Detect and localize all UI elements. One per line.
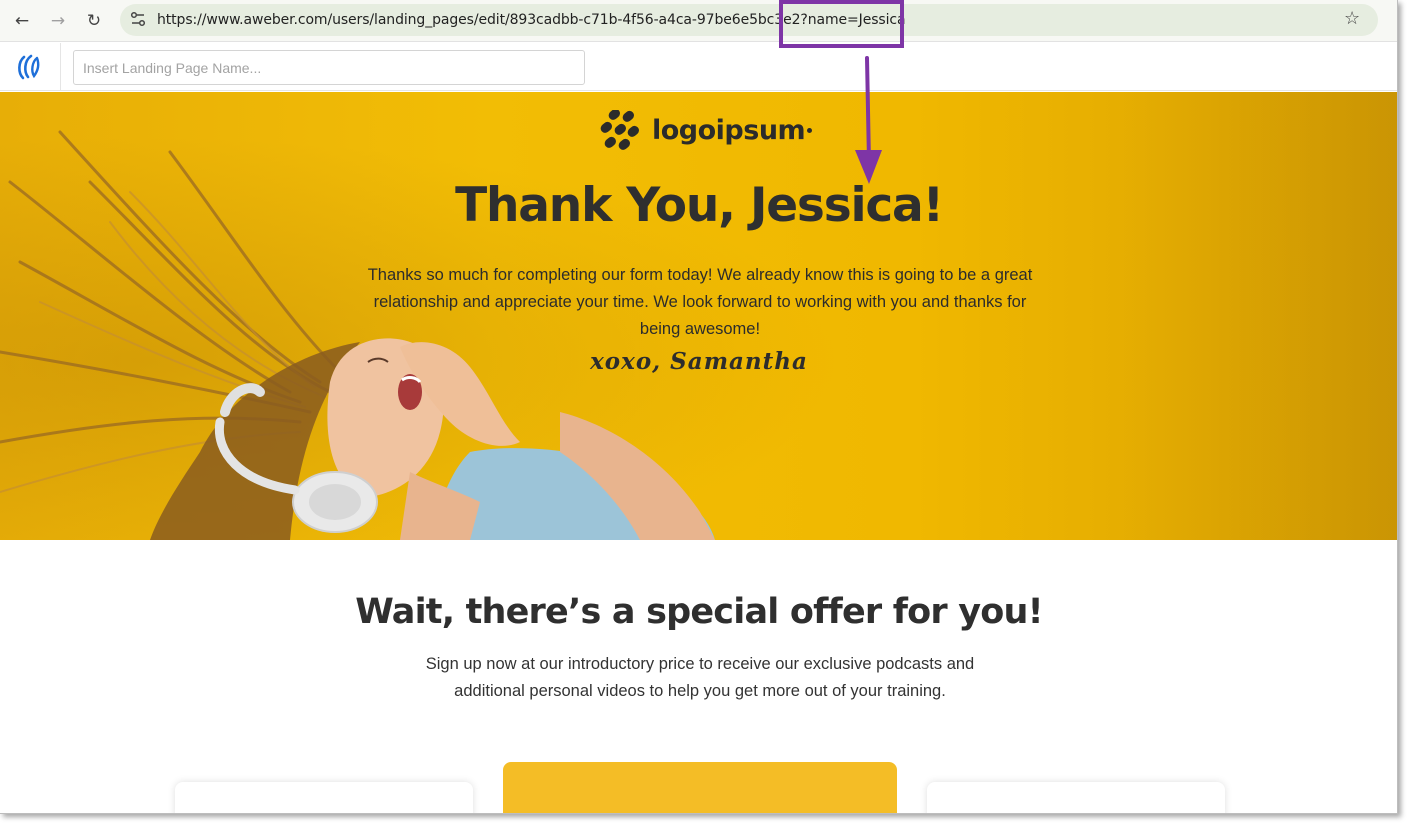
hero-body-text: Thanks so much for completing our form t… <box>367 266 1033 338</box>
forward-arrow-icon[interactable]: → <box>46 9 70 33</box>
reload-icon[interactable]: ↻ <box>82 9 106 33</box>
annotation-arrow-icon <box>855 56 882 184</box>
hero-title: Thank You, Jessica! <box>455 178 944 233</box>
registered-dot-icon <box>807 127 813 133</box>
offer-body-text: Sign up now at our introductory price to… <box>425 655 975 700</box>
back-arrow-icon[interactable]: ← <box>10 9 34 33</box>
pricing-card-left <box>175 782 473 813</box>
brand-logo-text: logoipsum <box>652 114 806 146</box>
landing-page-name-input[interactable] <box>73 50 585 85</box>
annotation-highlight-box <box>779 0 904 48</box>
hero-signature: xoxo, Samantha <box>590 348 808 375</box>
editor-toolbar <box>0 43 1397 91</box>
screenshot-frame: ← → ↻ https://www.aweber.com/users/landi… <box>0 0 1398 814</box>
hero-section: logoipsum Thank You, Jessica! Thanks so … <box>0 92 1397 540</box>
aweber-logo-icon[interactable] <box>15 53 45 81</box>
site-settings-icon[interactable] <box>128 9 148 29</box>
offer-title: Wait, there’s a special offer for you! <box>355 592 1043 632</box>
pricing-card-featured <box>503 762 897 813</box>
toolbar-divider <box>60 43 61 91</box>
bookmark-star-icon[interactable]: ☆ <box>1344 8 1360 29</box>
brand-logo: logoipsum <box>598 110 813 150</box>
pricing-card-right <box>927 782 1225 813</box>
browser-toolbar: ← → ↻ https://www.aweber.com/users/landi… <box>0 0 1397 42</box>
logoipsum-mark-icon <box>600 110 639 150</box>
